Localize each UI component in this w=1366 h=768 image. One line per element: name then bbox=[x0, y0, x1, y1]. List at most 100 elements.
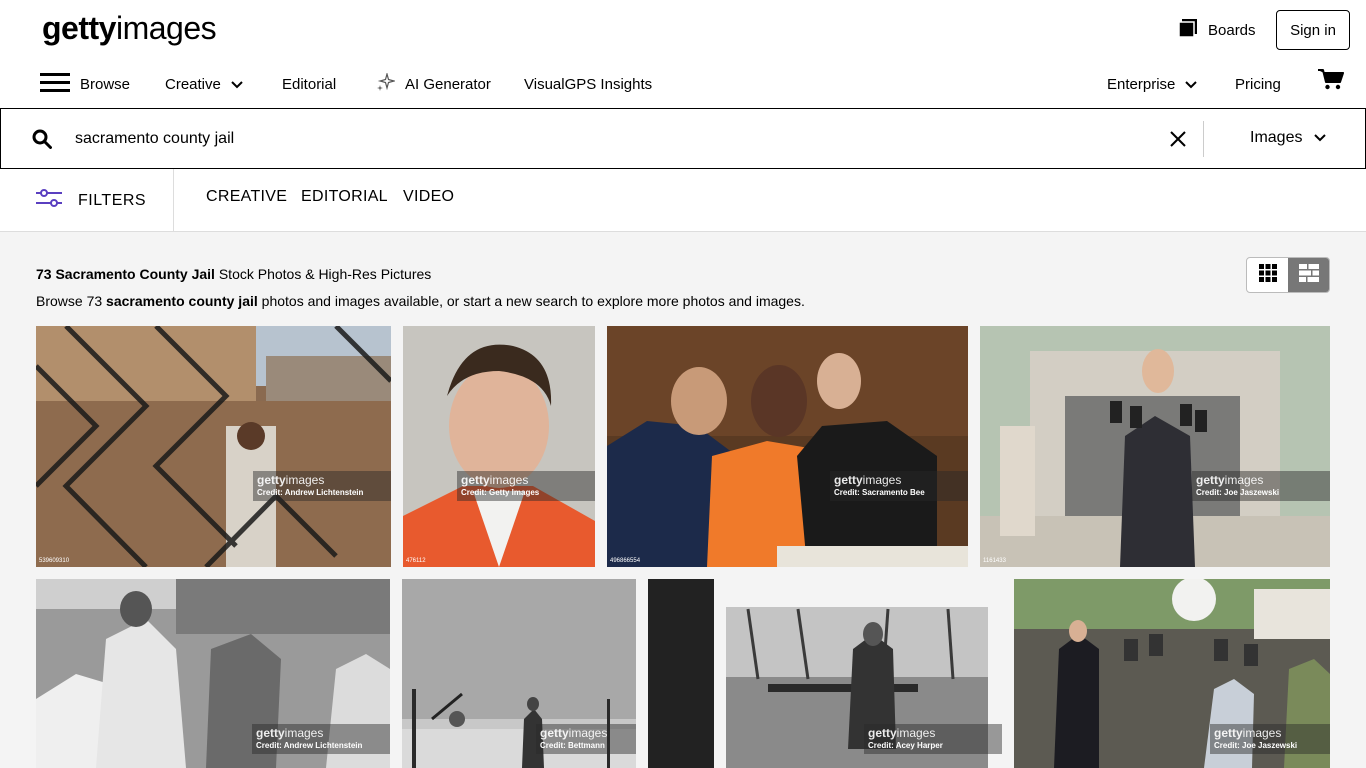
nav-ai-generator-label: AI Generator bbox=[405, 75, 491, 93]
image-result[interactable]: gettyimages Credit: Andrew Lichtenstein bbox=[36, 579, 390, 768]
image-credit: Credit: Acey Harper bbox=[868, 741, 943, 750]
watermark-bold: getty bbox=[1214, 726, 1243, 740]
watermark-logo: gettyimages bbox=[868, 727, 1002, 740]
watermark: gettyimages Credit: Getty Images bbox=[457, 471, 595, 501]
nav-editorial-label: Editorial bbox=[282, 75, 337, 93]
nav-enterprise[interactable]: Enterprise bbox=[1107, 72, 1198, 96]
grid-view-button[interactable] bbox=[1247, 258, 1288, 292]
image-credit: Credit: Andrew Lichtenstein bbox=[257, 488, 364, 497]
watermark: gettyimages Credit: Sacramento Bee bbox=[830, 471, 968, 501]
watermark-bold: getty bbox=[257, 473, 286, 487]
results-title-rest: Stock Photos & High-Res Pictures bbox=[214, 266, 432, 282]
watermark-bold: getty bbox=[256, 726, 285, 740]
watermark-bold: getty bbox=[834, 473, 863, 487]
results-title-bold: 73 Sacramento County Jail bbox=[36, 266, 215, 282]
sparkle-icon bbox=[377, 71, 397, 95]
image-credit: Credit: Joe Jaszewski bbox=[1196, 488, 1280, 497]
filters-label: FILTERS bbox=[78, 191, 147, 209]
media-type-label: Images bbox=[1250, 129, 1303, 146]
filter-bar: FILTERS CREATIVE EDITORIAL VIDEO bbox=[0, 169, 1366, 232]
watermark-logo: gettyimages bbox=[461, 474, 595, 487]
tab-editorial[interactable]: EDITORIAL bbox=[301, 188, 388, 206]
image-result[interactable]: gettyimages Credit: Joe Jaszewski 116143… bbox=[980, 326, 1330, 567]
top-bar: gettyimages Boards Sign in Browse Creati… bbox=[0, 0, 1366, 108]
image-id: 496866554 bbox=[610, 558, 641, 564]
watermark-logo: gettyimages bbox=[834, 474, 968, 487]
sliders-icon bbox=[36, 189, 62, 212]
nav-creative[interactable]: Creative bbox=[165, 72, 243, 96]
watermark: gettyimages Credit: Andrew Lichtenstein bbox=[252, 724, 390, 754]
search-icon[interactable] bbox=[32, 129, 52, 154]
nav-browse-label: Browse bbox=[80, 75, 131, 93]
watermark-light: images bbox=[489, 473, 529, 487]
watermark-light: images bbox=[862, 473, 902, 487]
image-result[interactable]: gettyimages Credit: Sacramento Bee 49686… bbox=[607, 326, 968, 567]
logo-light-text: images bbox=[115, 10, 217, 46]
nav-browse[interactable]: Browse bbox=[40, 72, 130, 96]
results-subtitle: Browse 73 sacramento county jail photos … bbox=[36, 293, 805, 309]
image-credit: Credit: Andrew Lichtenstein bbox=[256, 741, 363, 750]
search-divider bbox=[1203, 121, 1204, 157]
boards-link[interactable]: Boards bbox=[1178, 18, 1256, 42]
mugshot-photo bbox=[403, 326, 595, 567]
boards-label: Boards bbox=[1208, 21, 1256, 39]
image-id: 539609310 bbox=[39, 558, 70, 564]
search-bar: sacramento county jail Images bbox=[0, 108, 1366, 169]
image-result[interactable]: gettyimages Credit: Getty Images 476112 bbox=[403, 326, 595, 567]
image-result[interactable]: gettyimages Credit: Bettmann bbox=[402, 579, 636, 768]
grid-icon bbox=[1258, 263, 1277, 287]
prison-yard-photo bbox=[36, 326, 391, 567]
nav-editorial[interactable]: Editorial bbox=[282, 72, 336, 96]
hamburger-menu-icon bbox=[40, 72, 70, 96]
watermark-light: images bbox=[284, 726, 324, 740]
image-result[interactable]: gettyimages Credit: Acey Harper bbox=[648, 579, 1002, 768]
watermark-light: images bbox=[1224, 473, 1264, 487]
watermark-logo: gettyimages bbox=[1214, 727, 1330, 740]
image-credit: Credit: Bettmann bbox=[540, 741, 605, 750]
results-title: 73 Sacramento County Jail Stock Photos &… bbox=[36, 266, 431, 282]
boards-icon bbox=[1178, 18, 1198, 42]
media-type-select[interactable]: Images bbox=[1250, 129, 1327, 147]
nav-pricing[interactable]: Pricing bbox=[1235, 72, 1281, 96]
chevron-down-icon bbox=[1314, 129, 1327, 147]
nav-pricing-label: Pricing bbox=[1235, 75, 1281, 93]
courtroom-photo bbox=[607, 326, 968, 567]
results-sub-bold: sacramento county jail bbox=[106, 293, 258, 309]
image-result[interactable]: gettyimages Credit: Andrew Lichtenstein … bbox=[36, 326, 391, 567]
search-input[interactable]: sacramento county jail bbox=[75, 129, 234, 149]
watermark: gettyimages Credit: Joe Jaszewski bbox=[1210, 724, 1330, 754]
nav-ai-generator[interactable]: AI Generator bbox=[377, 71, 491, 96]
mosaic-view-button[interactable] bbox=[1288, 258, 1329, 292]
close-icon[interactable] bbox=[1169, 130, 1187, 153]
image-result[interactable]: gettyimages Credit: Joe Jaszewski bbox=[1014, 579, 1330, 768]
results-sub-pre: Browse 73 bbox=[36, 293, 107, 309]
results-sub-post: photos and images available, or start a … bbox=[257, 293, 805, 309]
nav-visualgps[interactable]: VisualGPS Insights bbox=[524, 72, 652, 96]
image-credit: Credit: Sacramento Bee bbox=[834, 488, 925, 497]
main-nav: Browse Creative Editorial AI Generator V… bbox=[0, 69, 1366, 96]
logo-bold-text: getty bbox=[42, 10, 116, 46]
watermark-light: images bbox=[285, 473, 325, 487]
image-id: 1161433 bbox=[983, 558, 1006, 564]
cart-icon bbox=[1318, 68, 1344, 94]
filters-button[interactable]: FILTERS bbox=[36, 189, 146, 212]
sign-in-button[interactable]: Sign in bbox=[1276, 10, 1350, 50]
nav-creative-label: Creative bbox=[165, 75, 221, 93]
image-id: 476112 bbox=[406, 558, 426, 564]
cart-button[interactable] bbox=[1318, 69, 1344, 93]
watermark-bold: getty bbox=[1196, 473, 1225, 487]
view-toggle bbox=[1246, 257, 1330, 293]
tab-video[interactable]: VIDEO bbox=[403, 188, 454, 206]
chevron-down-icon bbox=[1185, 76, 1198, 93]
watermark: gettyimages Credit: Andrew Lichtenstein bbox=[253, 471, 391, 501]
watermark-logo: gettyimages bbox=[540, 727, 636, 740]
tab-creative[interactable]: CREATIVE bbox=[206, 188, 287, 206]
filter-divider bbox=[173, 169, 174, 231]
watermark-bold: getty bbox=[540, 726, 569, 740]
watermark-light: images bbox=[896, 726, 936, 740]
image-credit: Credit: Getty Images bbox=[461, 488, 540, 497]
watermark-light: images bbox=[568, 726, 608, 740]
watermark-light: images bbox=[1242, 726, 1282, 740]
watermark-logo: gettyimages bbox=[256, 727, 390, 740]
gettyimages-logo[interactable]: gettyimages bbox=[42, 8, 217, 48]
